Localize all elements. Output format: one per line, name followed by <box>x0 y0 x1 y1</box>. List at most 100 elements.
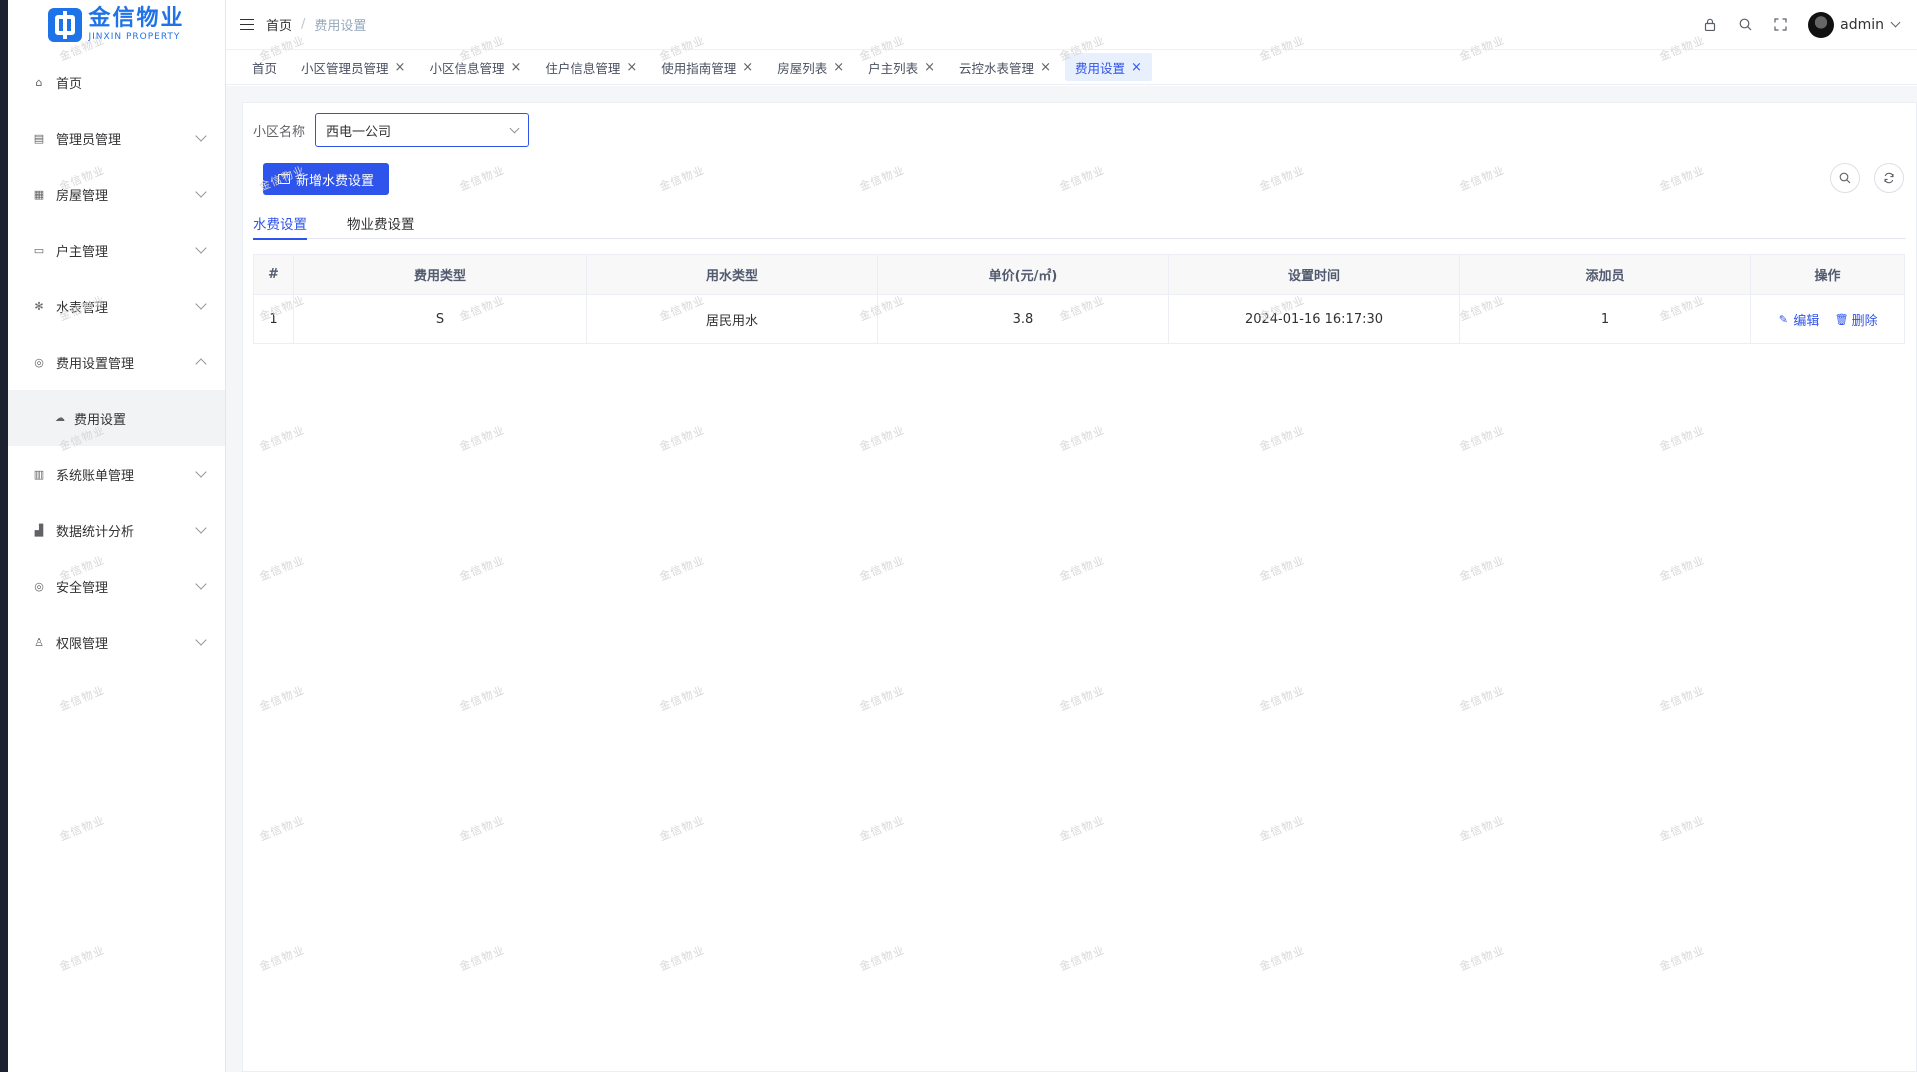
close-icon[interactable]: × <box>924 60 935 75</box>
refresh-button[interactable] <box>1874 163 1904 193</box>
fee-table: # 费用类型 用水类型 单价(元/㎡) 设置时间 添加员 操作 1 S 居民用水 <box>253 254 1905 344</box>
community-label: 小区名称 <box>253 124 306 140</box>
menu-toggle-icon[interactable] <box>240 18 254 31</box>
column-header: 操作 <box>1750 254 1905 295</box>
sidebar-item-label: 户主管理 <box>56 244 109 260</box>
grid-icon: ▦ <box>33 187 45 201</box>
sidebar-item-house[interactable]: ▦ 房屋管理 <box>8 166 225 222</box>
tag-community-info[interactable]: 小区信息管理 × <box>419 53 531 81</box>
book-icon: ▥ <box>33 467 45 481</box>
tag-label: 云控水表管理 <box>959 60 1035 76</box>
sidebar-item-label: 费用设置管理 <box>56 356 135 372</box>
sidebar-item-label: 数据统计分析 <box>56 524 135 540</box>
sidebar-item-statistics[interactable]: ▟ 数据统计分析 <box>8 502 225 558</box>
fee-tabs: 水费设置 物业费设置 <box>253 207 1906 240</box>
chevron-down-icon[interactable] <box>1890 17 1901 28</box>
chevron-down-icon <box>195 634 207 646</box>
close-icon[interactable]: × <box>742 60 753 75</box>
search-icon[interactable] <box>1737 17 1753 33</box>
chevron-down-icon <box>195 242 207 254</box>
home-icon: ⌂ <box>35 75 43 89</box>
sidebar-item-owner[interactable]: ▭ 户主管理 <box>8 222 225 278</box>
sidebar: 金信物业 JINXIN PROPERTY ⌂ 首页 ▤ 管理员管理 ▦ 房屋管理… <box>8 0 226 1072</box>
close-icon[interactable]: × <box>1131 60 1142 75</box>
sidebar-item-security[interactable]: ◎ 安全管理 <box>8 558 225 614</box>
column-header: 用水类型 <box>586 254 878 295</box>
chevron-down-icon <box>195 522 207 534</box>
search-icon <box>1839 172 1851 184</box>
add-water-fee-button[interactable]: 新增水费设置 <box>263 163 390 195</box>
edit-button[interactable]: ✎ 编辑 <box>1777 310 1820 329</box>
tag-label: 小区信息管理 <box>429 60 505 76</box>
content-card: 小区名称 西电一公司 新增水费设置 水费设置 物业 <box>242 102 1917 1072</box>
tags-view: 首页 小区管理员管理 × 小区信息管理 × 住户信息管理 × 使用指南管理 × 房屋列表… <box>226 50 1917 85</box>
close-icon[interactable]: × <box>1040 60 1051 75</box>
logo-subtitle: JINXIN PROPERTY <box>88 32 181 42</box>
close-icon[interactable]: × <box>395 60 406 75</box>
column-header: 单价(元/㎡) <box>877 254 1169 295</box>
tag-water-meter[interactable]: 云控水表管理 × <box>949 53 1061 81</box>
chevron-down-icon <box>195 466 207 478</box>
tag-community-admin[interactable]: 小区管理员管理 × <box>291 53 415 81</box>
tag-owner-list[interactable]: 户主列表 × <box>858 53 945 81</box>
trash-icon: 🗑 <box>1834 312 1849 326</box>
close-icon[interactable]: × <box>626 60 637 75</box>
column-header: # <box>253 254 294 295</box>
tag-house-list[interactable]: 房屋列表 × <box>767 53 854 81</box>
sidebar-item-water-meter[interactable]: ✻ 水表管理 <box>8 278 225 334</box>
tab-water-fee[interactable]: 水费设置 <box>253 207 307 240</box>
tag-fee-setting[interactable]: 费用设置 × <box>1064 53 1152 81</box>
column-header: 费用类型 <box>293 254 587 295</box>
tab-property-fee[interactable]: 物业费设置 <box>347 207 415 239</box>
sidebar-item-home[interactable]: ⌂ 首页 <box>8 54 225 110</box>
header-actions: admin <box>1683 11 1917 38</box>
chevron-down-icon <box>195 130 207 142</box>
chevron-down-icon <box>195 578 207 590</box>
main-content: 小区名称 西电一公司 新增水费设置 水费设置 物业 <box>226 86 1917 1072</box>
tag-label: 户主列表 <box>868 60 919 76</box>
tag-home[interactable]: 首页 <box>242 53 287 81</box>
app-window: 金信物业 JINXIN PROPERTY ⌂ 首页 ▤ 管理员管理 ▦ 房屋管理… <box>8 0 1917 1072</box>
delete-button[interactable]: 🗑 删除 <box>1834 310 1878 329</box>
row-time: 2024-01-16 16:17:30 <box>1168 294 1460 344</box>
tag-resident-info[interactable]: 住户信息管理 × <box>535 53 647 81</box>
logo: 金信物业 JINXIN PROPERTY <box>8 0 225 50</box>
tag-label: 首页 <box>252 60 278 76</box>
community-select-value: 西电一公司 <box>326 124 392 140</box>
column-header: 添加员 <box>1459 254 1751 295</box>
tag-guide[interactable]: 使用指南管理 × <box>651 53 763 81</box>
sidebar-item-fee-settings[interactable]: ◎ 费用设置管理 <box>8 334 225 390</box>
chevron-down-icon <box>509 123 520 133</box>
user-icon: ♙ <box>34 635 44 649</box>
avatar[interactable] <box>1808 11 1835 38</box>
delete-label: 删除 <box>1851 313 1878 329</box>
table-header-row: # 费用类型 用水类型 单价(元/㎡) 设置时间 添加员 操作 <box>253 254 1905 295</box>
sidebar-item-label: 安全管理 <box>56 580 109 596</box>
username[interactable]: admin <box>1840 17 1884 33</box>
add-water-fee-label: 新增水费设置 <box>296 173 375 189</box>
search-toggle-button[interactable] <box>1830 163 1860 193</box>
tag-label: 住户信息管理 <box>545 60 621 76</box>
row-actions: ✎ 编辑 🗑 删除 <box>1750 294 1905 344</box>
cloud-icon: ☁ <box>55 412 65 424</box>
column-header: 设置时间 <box>1168 254 1460 295</box>
sidebar-item-billing[interactable]: ▥ 系统账单管理 <box>8 446 225 502</box>
sidebar-menu: ⌂ 首页 ▤ 管理员管理 ▦ 房屋管理 ▭ 户主管理 ✻ 水表管理 ◎ 费用设置… <box>8 54 225 670</box>
close-icon[interactable]: × <box>833 60 844 75</box>
sidebar-item-permissions[interactable]: ♙ 权限管理 <box>8 614 225 670</box>
row-fee-type: S <box>293 294 587 344</box>
tag-label: 费用设置 <box>1074 60 1125 76</box>
edit-icon: ✎ <box>1778 312 1789 326</box>
sidebar-item-admin[interactable]: ▤ 管理员管理 <box>8 110 225 166</box>
sidebar-subitem-fee-setting[interactable]: ☁ 费用设置 <box>8 390 225 446</box>
close-icon[interactable]: × <box>510 60 521 75</box>
filter-row: 小区名称 西电一公司 <box>253 113 530 147</box>
settings-icon: ◎ <box>34 355 44 369</box>
folder-add-icon <box>278 170 290 184</box>
community-select[interactable]: 西电一公司 <box>315 113 530 147</box>
table-tools <box>1816 163 1904 193</box>
lock-icon[interactable] <box>1702 17 1718 33</box>
breadcrumb-home[interactable]: 首页 <box>266 15 292 34</box>
fullscreen-icon[interactable] <box>1772 17 1788 33</box>
breadcrumb-separator: / <box>301 17 306 32</box>
